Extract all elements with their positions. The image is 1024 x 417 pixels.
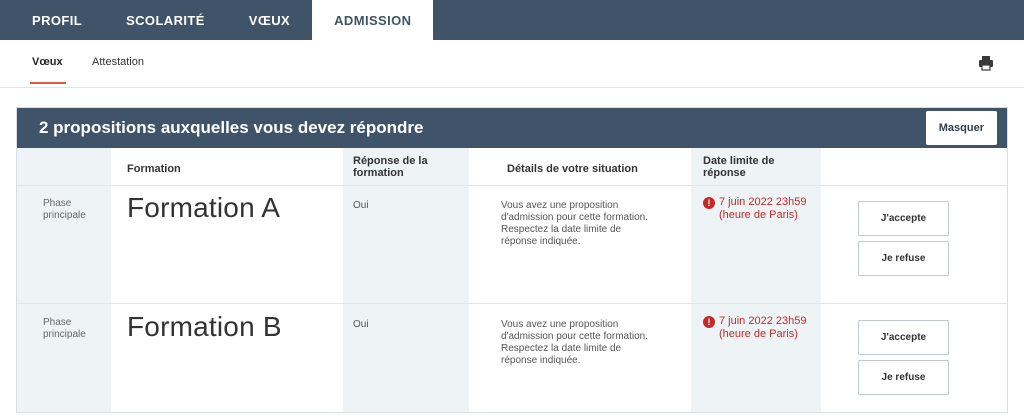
tab-profil[interactable]: PROFIL	[16, 0, 104, 40]
refuse-button[interactable]: Je refuse	[858, 360, 949, 395]
formation-response: Oui	[353, 319, 369, 330]
printer-icon[interactable]	[978, 55, 994, 71]
table-header: Formation Réponse de la formation Détail…	[17, 148, 1007, 186]
phase-label: Phase principale	[43, 317, 86, 340]
accept-button[interactable]: J'accepte	[858, 320, 949, 355]
tab-voeux[interactable]: VŒUX	[227, 0, 312, 40]
active-subtab-indicator	[30, 82, 66, 84]
phase-label: Phase principale	[43, 198, 86, 221]
response-deadline: ! 7 juin 2022 23h59 (heure de Paris)	[703, 315, 807, 341]
subtab-voeux[interactable]: Vœux	[32, 56, 63, 68]
panel-title: 2 propositions auxquelles vous devez rép…	[39, 118, 424, 137]
formation-name: Formation B	[127, 311, 282, 342]
hide-button[interactable]: Masquer	[925, 111, 997, 145]
table-row: Phase principale Formation B Oui Vous av…	[17, 305, 1007, 417]
refuse-button[interactable]: Je refuse	[858, 241, 949, 276]
subtab-attestation[interactable]: Attestation	[92, 56, 144, 68]
propositions-table: Formation Réponse de la formation Détail…	[17, 148, 1007, 412]
alert-icon: !	[703, 316, 715, 328]
formation-response: Oui	[353, 200, 369, 211]
accept-button[interactable]: J'accepte	[858, 201, 949, 236]
top-navigation: PROFIL SCOLARITÉ VŒUX ADMISSION	[0, 0, 1024, 40]
panel-header: 2 propositions auxquelles vous devez rép…	[17, 108, 1007, 148]
deadline-text: 7 juin 2022 23h59 (heure de Paris)	[719, 196, 807, 221]
sub-navigation: Vœux Attestation	[0, 40, 1024, 88]
alert-icon: !	[703, 197, 715, 209]
tab-scolarite[interactable]: SCOLARITÉ	[104, 0, 227, 40]
situation-details: Vous avez une proposition d'admission po…	[501, 200, 648, 247]
column-header-details: Détails de votre situation	[507, 163, 638, 175]
deadline-text: 7 juin 2022 23h59 (heure de Paris)	[719, 315, 807, 340]
response-deadline: ! 7 juin 2022 23h59 (heure de Paris)	[703, 196, 807, 222]
formation-name: Formation A	[127, 192, 281, 223]
propositions-panel: 2 propositions auxquelles vous devez rép…	[16, 107, 1008, 413]
tab-admission[interactable]: ADMISSION	[312, 0, 434, 40]
situation-details: Vous avez une proposition d'admission po…	[501, 319, 648, 366]
table-row: Phase principale Formation A Oui Vous av…	[17, 186, 1007, 304]
column-header-formation: Formation	[127, 163, 181, 175]
column-header-response: Réponse de la formation	[353, 155, 428, 179]
column-header-deadline: Date limite de réponse	[703, 155, 775, 179]
